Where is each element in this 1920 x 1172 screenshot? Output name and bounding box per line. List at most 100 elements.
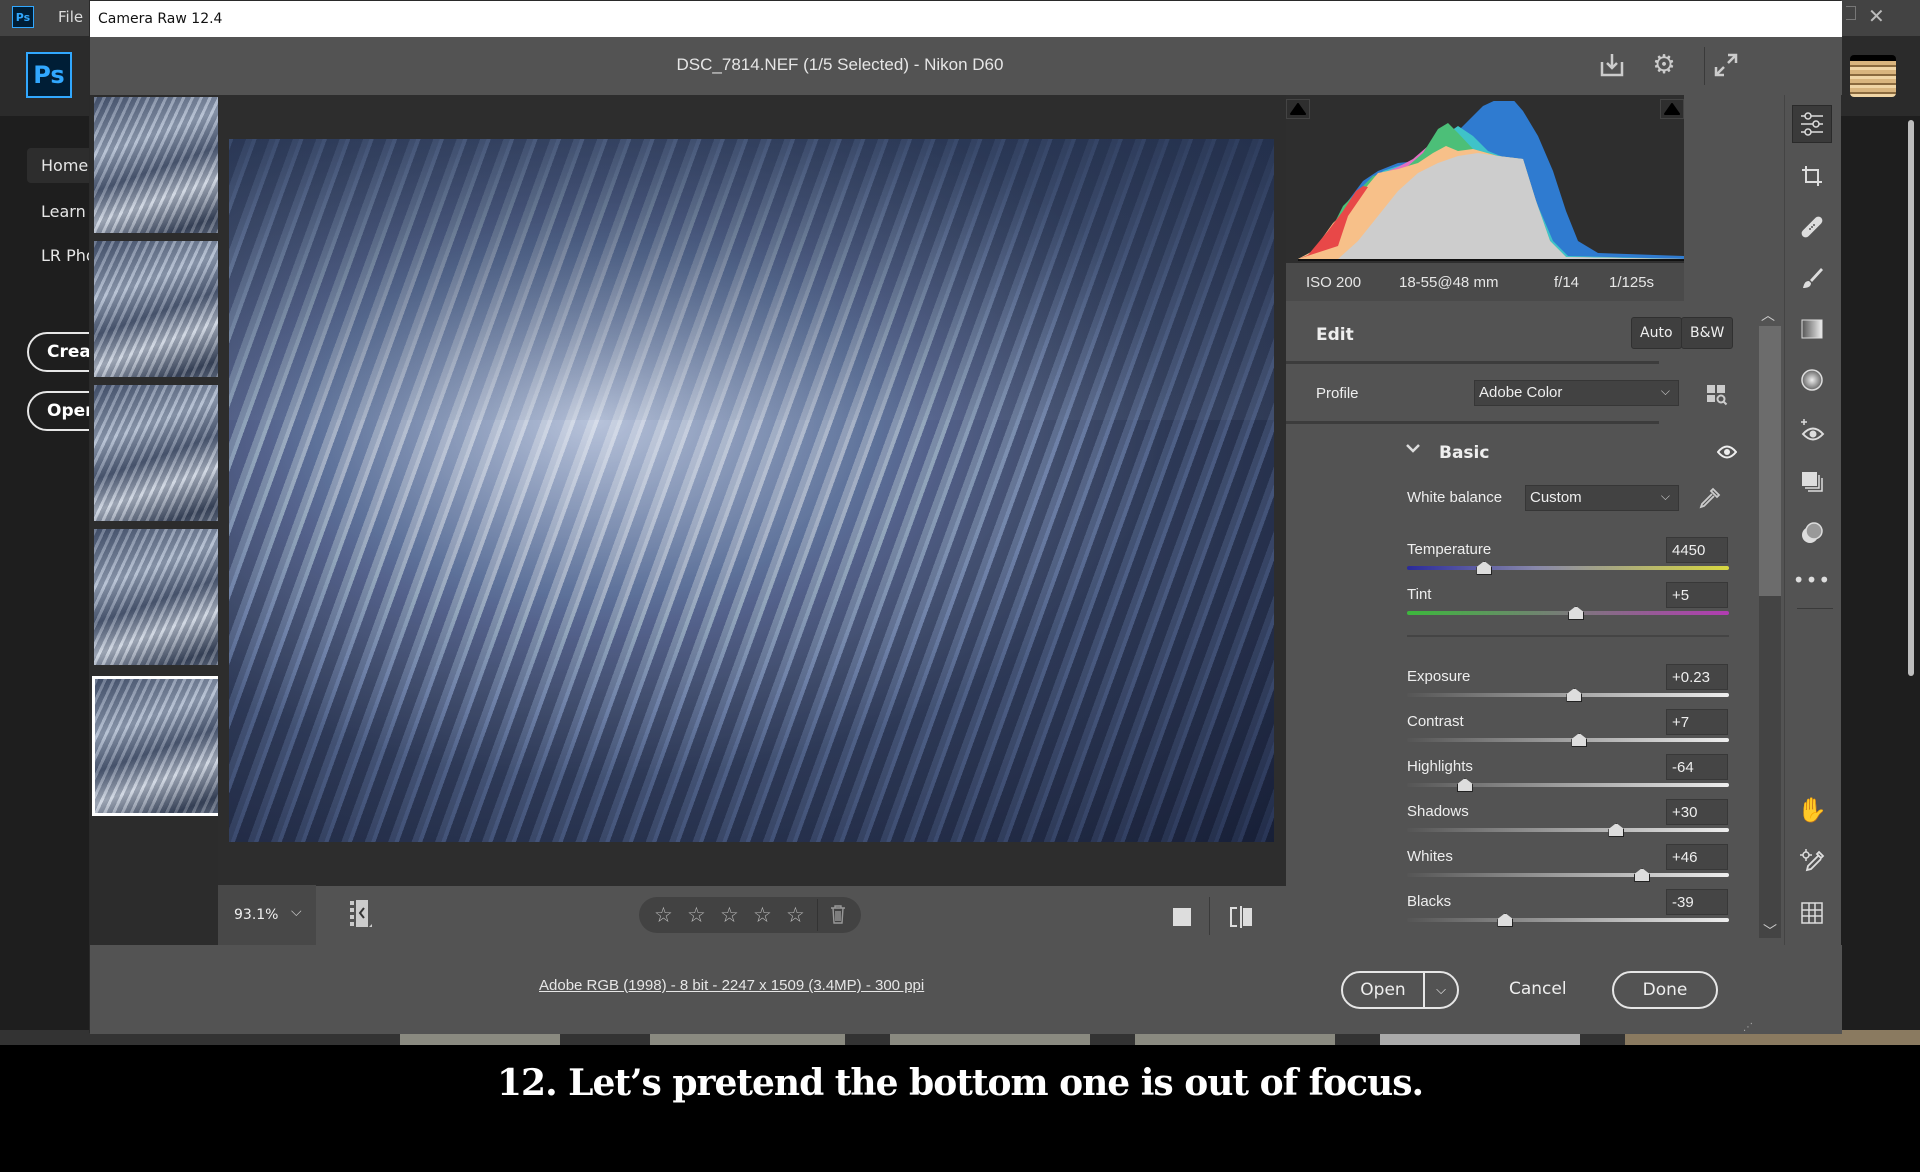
white-balance-dropdown[interactable]: Custom ⌵	[1525, 485, 1679, 511]
star-rating-1[interactable]: ☆	[654, 903, 673, 927]
star-rating-5[interactable]: ☆	[786, 903, 805, 927]
brush-icon[interactable]	[1792, 259, 1832, 297]
shadow-clipping-toggle[interactable]	[1286, 99, 1310, 119]
slider-label-temperature: Temperature	[1407, 541, 1492, 558]
slider-label-highlights: Highlights	[1407, 758, 1473, 775]
lens-value: 18-55@48 mm	[1399, 274, 1499, 291]
grid-icon[interactable]	[1792, 894, 1832, 932]
slider-value-exposure[interactable]: +0.23	[1666, 664, 1728, 690]
gear-icon[interactable]: ⚙	[1650, 50, 1678, 80]
filmstrip-toggle-icon[interactable]	[349, 899, 373, 929]
camera-info-bar: ISO 200 18-55@48 mm f/14 1/125s	[1286, 263, 1684, 301]
edit-title: Edit	[1316, 325, 1354, 345]
slider-track-temperature[interactable]	[1407, 566, 1729, 570]
more-icon[interactable]: •••	[1792, 561, 1832, 599]
done-button[interactable]: Done	[1612, 971, 1718, 1009]
slider-value-whites[interactable]: +46	[1666, 844, 1728, 870]
white-balance-value: Custom	[1530, 489, 1582, 506]
slider-track-tint[interactable]	[1407, 611, 1729, 615]
color-sampler-icon[interactable]	[1792, 842, 1832, 880]
workflow-options-link[interactable]: Adobe RGB (1998) - 8 bit - 2247 x 1509 (…	[539, 977, 924, 994]
slider-track-highlights[interactable]	[1407, 783, 1729, 787]
zoom-level-value[interactable]: 93.1%	[234, 907, 278, 923]
cancel-button[interactable]: Cancel	[1509, 979, 1567, 999]
dialog-footer	[90, 945, 1842, 1034]
slider-value-highlights[interactable]: -64	[1666, 754, 1728, 780]
dialog-titlebar: Camera Raw 12.4	[90, 1, 1842, 37]
tutorial-caption: 12. Let’s pretend the bottom one is out …	[497, 1062, 1424, 1104]
edit-sliders-icon[interactable]	[1792, 105, 1832, 143]
slider-label-blacks: Blacks	[1407, 893, 1452, 910]
open-image-button[interactable]: Open	[1343, 973, 1425, 1007]
slider-label-shadows: Shadows	[1407, 803, 1469, 820]
panel-divider	[1286, 361, 1659, 364]
profile-browser-icon[interactable]	[1706, 384, 1728, 406]
maximize-icon[interactable]	[1846, 6, 1856, 20]
toolbar-divider	[1209, 897, 1210, 935]
white-balance-eyedropper-icon[interactable]	[1698, 486, 1722, 515]
star-rating-2[interactable]: ☆	[687, 903, 706, 927]
rail-divider	[1797, 608, 1833, 609]
radial-gradient-icon[interactable]	[1792, 361, 1832, 399]
open-button-group: Open ⌵	[1341, 971, 1459, 1009]
slider-value-shadows[interactable]: +30	[1666, 799, 1728, 825]
slider-group-divider	[1407, 635, 1729, 637]
auto-button[interactable]: Auto	[1631, 317, 1682, 349]
before-after-icon[interactable]	[1229, 906, 1253, 928]
slider-track-shadows[interactable]	[1407, 828, 1729, 832]
star-rating-4[interactable]: ☆	[753, 903, 772, 927]
chevron-down-icon[interactable]: ⌵	[291, 904, 302, 920]
close-window-button[interactable]: ✕	[1868, 4, 1885, 28]
slider-label-exposure: Exposure	[1407, 668, 1471, 685]
photoshop-app-icon: Ps	[12, 6, 34, 28]
save-icon[interactable]	[1598, 51, 1626, 79]
slider-track-blacks[interactable]	[1407, 918, 1729, 922]
slider-label-contrast: Contrast	[1407, 713, 1464, 730]
home-scrollbar[interactable]	[1908, 120, 1914, 676]
presets-icon[interactable]	[1792, 514, 1832, 552]
scroll-up-icon[interactable]: ︿	[1761, 305, 1775, 325]
slider-value-contrast[interactable]: +7	[1666, 709, 1728, 735]
slider-track-contrast[interactable]	[1407, 738, 1729, 742]
slider-label-tint: Tint	[1407, 586, 1432, 603]
histogram	[1298, 101, 1684, 261]
profile-value: Adobe Color	[1479, 384, 1563, 401]
iso-value: ISO 200	[1306, 274, 1362, 291]
basic-section-title[interactable]: Basic	[1439, 443, 1489, 463]
snapshots-icon[interactable]	[1792, 463, 1832, 501]
collapse-basic-icon[interactable]	[1405, 442, 1421, 458]
slider-value-tint[interactable]: +5	[1666, 582, 1728, 608]
scroll-down-icon[interactable]: ﹀	[1763, 921, 1777, 941]
expand-icon[interactable]	[1712, 51, 1740, 79]
hand-icon[interactable]: ✋	[1792, 791, 1832, 829]
highlight-clipping-toggle[interactable]	[1660, 99, 1684, 119]
recent-file-thumbnail[interactable]	[1850, 55, 1896, 97]
chevron-down-icon: ⌵	[1660, 489, 1670, 503]
single-view-icon[interactable]	[1173, 908, 1191, 926]
panel-scrollbar-thumb[interactable]	[1759, 326, 1781, 596]
visibility-eye-icon[interactable]	[1716, 443, 1738, 464]
trash-icon[interactable]	[830, 904, 846, 929]
slider-value-temperature[interactable]: 4450	[1666, 537, 1728, 563]
profile-dropdown[interactable]: Adobe Color ⌵	[1474, 380, 1679, 406]
rating-divider	[817, 899, 818, 931]
aperture-value: f/14	[1554, 274, 1580, 291]
star-rating-3[interactable]: ☆	[720, 903, 739, 927]
crop-icon[interactable]	[1792, 157, 1832, 195]
image-preview[interactable]	[229, 139, 1274, 842]
chevron-down-icon: ⌵	[1660, 384, 1670, 398]
header-divider	[1704, 47, 1705, 85]
slider-value-blacks[interactable]: -39	[1666, 889, 1728, 915]
panel-divider	[1286, 421, 1659, 424]
healing-icon[interactable]	[1792, 208, 1832, 246]
black-white-button[interactable]: B&W	[1681, 317, 1734, 349]
camera-raw-dialog: Camera Raw 12.4 DSC_7814.NEF (1/5 Select…	[89, 0, 1842, 1034]
menu-file[interactable]: File	[58, 8, 83, 26]
linear-gradient-icon[interactable]	[1792, 310, 1832, 348]
red-eye-icon[interactable]	[1792, 412, 1832, 450]
slider-track-whites[interactable]	[1407, 873, 1729, 877]
file-title: DSC_7814.NEF (1/5 Selected) - Nikon D60	[676, 55, 1004, 74]
resize-grip[interactable]: ⋰	[1743, 1022, 1753, 1033]
open-options-dropdown[interactable]: ⌵	[1425, 973, 1457, 1007]
slider-label-whites: Whites	[1407, 848, 1453, 865]
